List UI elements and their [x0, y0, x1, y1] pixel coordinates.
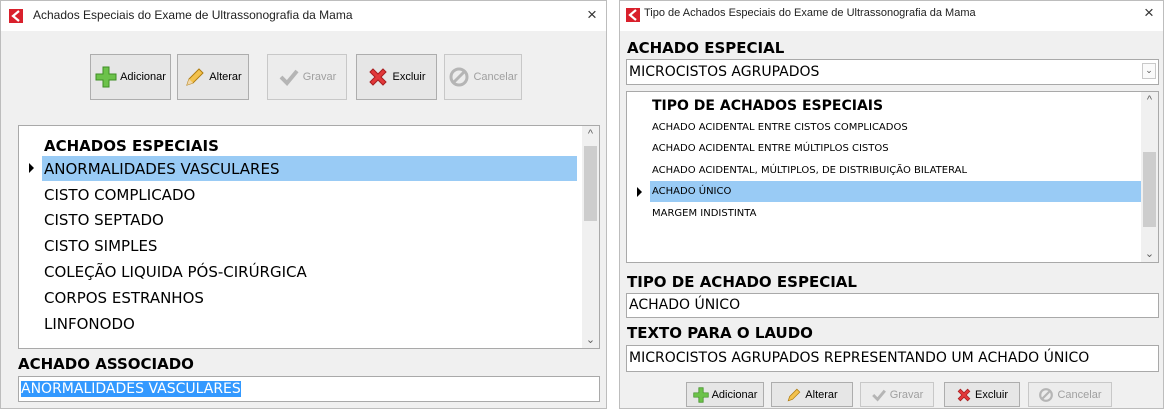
tipo-label: TIPO DE ACHADO ESPECIAL: [627, 273, 857, 291]
list-item[interactable]: ANORMALIDADES VASCULARES: [44, 160, 279, 178]
achado-especial-combo[interactable]: MICROCISTOS AGRUPADOS ⌄: [626, 59, 1159, 85]
delete-button[interactable]: Excluir: [944, 382, 1020, 407]
assoc-field[interactable]: ANORMALIDADES VASCULARES: [18, 376, 600, 402]
tipo-value: ACHADO ÚNICO: [629, 297, 741, 313]
add-button[interactable]: Adicionar: [686, 382, 764, 407]
assoc-label: ACHADO ASSOCIADO: [18, 355, 194, 373]
delete-x-icon: [369, 68, 388, 86]
list-item[interactable]: ACHADO ACIDENTAL ENTRE MÚLTIPLOS CISTOS: [652, 143, 889, 154]
delete-x-icon: [957, 388, 971, 401]
texto-value: MICROCISTOS AGRUPADOS REPRESENTANDO UM A…: [629, 350, 1090, 366]
achado-especial-label: ACHADO ESPECIAL: [627, 39, 785, 57]
plus-icon: [692, 386, 709, 403]
edit-button[interactable]: Alterar: [771, 382, 853, 407]
list-item[interactable]: COLEÇÃO LIQUIDA PÓS-CIRÚRGICA: [44, 263, 307, 281]
list-item[interactable]: CISTO SIMPLES: [44, 237, 157, 255]
achado-especial-value: MICROCISTOS AGRUPADOS: [629, 64, 820, 80]
pencil-icon: [186, 68, 205, 86]
title-bar: Tipo de Achados Especiais do Exame de Ul…: [620, 1, 1163, 31]
list-item[interactable]: ACHADO ACIDENTAL, MÚLTIPLOS, DE DISTRIBU…: [652, 165, 967, 176]
list-header: TIPO DE ACHADOS ESPECIAIS: [652, 98, 884, 114]
add-label: Adicionar: [120, 71, 166, 83]
list-item[interactable]: ACHADO ÚNICO: [652, 186, 731, 197]
delete-label: Excluir: [392, 71, 426, 83]
scroll-down-icon[interactable]: ⌄: [1141, 247, 1158, 260]
pencil-icon: [787, 388, 801, 401]
scroll-up-icon[interactable]: ^: [582, 128, 599, 140]
scroll-thumb[interactable]: [1143, 152, 1156, 227]
list-item[interactable]: MARGEM INDISTINTA: [652, 208, 756, 219]
cancel-icon: [1039, 387, 1054, 402]
cancel-label: Cancelar: [473, 71, 518, 83]
row-indicator-icon: [29, 163, 34, 173]
list-header: ACHADOS ESPECIAIS: [44, 137, 219, 155]
achados-especiais-window: Achados Especiais do Exame de Ultrassono…: [0, 0, 607, 409]
cancel-icon: [449, 67, 469, 87]
scroll-up-icon[interactable]: ^: [1141, 94, 1158, 106]
save-label: Gravar: [302, 71, 337, 83]
tipo-field[interactable]: ACHADO ÚNICO: [626, 293, 1159, 318]
vertical-scrollbar[interactable]: ^ ⌄: [1141, 92, 1158, 262]
close-button[interactable]: ×: [1140, 3, 1158, 23]
scroll-thumb[interactable]: [584, 146, 597, 221]
edit-button[interactable]: Alterar: [177, 54, 249, 100]
tipo-achados-window: Tipo de Achados Especiais do Exame de Ul…: [619, 0, 1164, 409]
title-bar: Achados Especiais do Exame de Ultrassono…: [1, 1, 606, 31]
list-item[interactable]: ACHADO ACIDENTAL ENTRE CISTOS COMPLICADO…: [652, 122, 908, 133]
edit-label: Alterar: [209, 71, 242, 83]
scroll-down-icon[interactable]: ⌄: [582, 333, 599, 346]
row-indicator-icon: [637, 187, 642, 197]
window-title: Achados Especiais do Exame de Ultrassono…: [33, 8, 353, 22]
vertical-scrollbar[interactable]: ^ ⌄: [582, 126, 599, 348]
check-icon: [871, 389, 886, 402]
window-title: Tipo de Achados Especiais do Exame de Ul…: [644, 7, 976, 19]
cancel-button[interactable]: Cancelar: [1028, 382, 1112, 407]
assoc-value: ANORMALIDADES VASCULARES: [21, 381, 241, 397]
save-button[interactable]: Gravar: [267, 54, 347, 100]
app-logo-icon: [626, 8, 640, 22]
app-logo-icon: [9, 9, 23, 23]
list-item[interactable]: CISTO COMPLICADO: [44, 186, 195, 204]
edit-label: Alterar: [805, 388, 838, 401]
cancel-label: Cancelar: [1057, 388, 1102, 401]
list-item[interactable]: LINFONODO: [44, 315, 135, 333]
list-item[interactable]: CISTO SEPTADO: [44, 211, 164, 229]
delete-button[interactable]: Excluir: [356, 54, 437, 100]
tipo-achados-list[interactable]: TIPO DE ACHADOS ESPECIAIS ACHADO ACIDENT…: [626, 91, 1159, 263]
save-label: Gravar: [889, 388, 924, 401]
close-button[interactable]: ×: [583, 5, 601, 25]
add-label: Adicionar: [711, 388, 758, 401]
save-button[interactable]: Gravar: [860, 382, 934, 407]
cancel-button[interactable]: Cancelar: [444, 54, 522, 100]
delete-label: Excluir: [974, 388, 1008, 401]
list-item[interactable]: CORPOS ESTRANHOS: [44, 289, 204, 307]
add-button[interactable]: Adicionar: [90, 54, 171, 100]
achados-list[interactable]: ACHADOS ESPECIAIS ANORMALIDADES VASCULAR…: [18, 125, 600, 349]
check-icon: [279, 69, 299, 86]
plus-icon: [95, 66, 117, 88]
chevron-down-icon[interactable]: ⌄: [1142, 63, 1156, 79]
texto-label: TEXTO PARA O LAUDO: [627, 324, 813, 342]
texto-field[interactable]: MICROCISTOS AGRUPADOS REPRESENTANDO UM A…: [626, 345, 1159, 372]
